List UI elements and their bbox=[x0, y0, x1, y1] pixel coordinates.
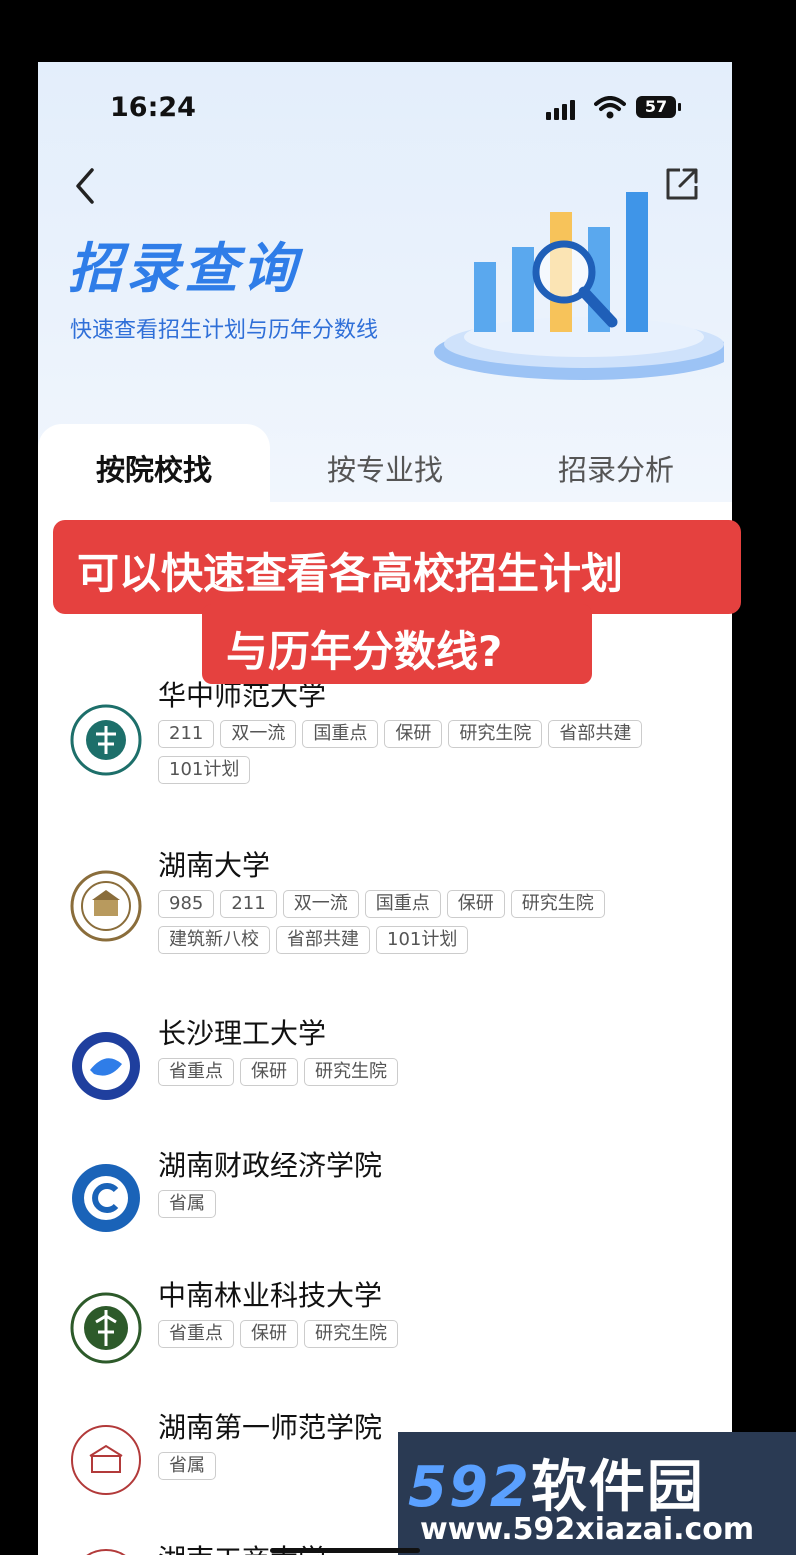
caption-banner-line2: 与历年分数线? bbox=[202, 604, 592, 684]
caption-banner-line1: 可以快速查看各高校招生计划 bbox=[53, 520, 741, 614]
tag-group: 211 双一流 国重点 保研 研究生院 省部共建 101计划 bbox=[158, 720, 698, 784]
tag: 双一流 bbox=[282, 890, 359, 918]
tag: 研究生院 bbox=[304, 1058, 398, 1086]
tag: 省属 bbox=[158, 1452, 216, 1480]
caption-text-line1: 可以快速查看各高校招生计划 bbox=[77, 549, 624, 598]
tag: 省重点 bbox=[158, 1058, 234, 1086]
tag: 省部共建 bbox=[276, 926, 370, 954]
tag: 101计划 bbox=[158, 756, 251, 784]
caption-text-line2: 与历年分数线? bbox=[226, 627, 503, 676]
tag: 211 bbox=[220, 890, 277, 918]
phone-screen: 16:24 57 招录查询 快速查看招生计划与历年分数线 按院校找 按专业找 招… bbox=[38, 62, 732, 1555]
watermark-url: www.592xiazai.com bbox=[420, 1512, 755, 1547]
tab-bar: 按院校找 按专业找 招录分析 bbox=[38, 424, 732, 516]
page-title: 招录查询 bbox=[68, 237, 300, 300]
tag: 双一流 bbox=[220, 720, 297, 748]
tag: 保研 bbox=[240, 1058, 298, 1086]
home-indicator bbox=[270, 1548, 420, 1553]
tag-group: 985 211 双一流 国重点 保研 研究生院 建筑新八校 省部共建 101计划 bbox=[158, 890, 698, 954]
battery-tip bbox=[678, 103, 681, 111]
tag-group: 省属 bbox=[158, 1190, 698, 1218]
tag: 研究生院 bbox=[510, 890, 605, 918]
tag: 保研 bbox=[240, 1320, 298, 1348]
watermark-brand-text: 软件园 bbox=[530, 1455, 705, 1520]
tab-by-school[interactable]: 按院校找 bbox=[38, 424, 270, 516]
school-logo-icon bbox=[70, 1162, 142, 1234]
tag: 国重点 bbox=[302, 720, 379, 748]
school-logo-icon bbox=[70, 704, 142, 776]
tag: 保研 bbox=[384, 720, 443, 748]
tag: 研究生院 bbox=[448, 720, 543, 748]
bar-chart-magnifier-illustration bbox=[434, 192, 724, 380]
signal-icon bbox=[546, 98, 582, 120]
tag: 国重点 bbox=[364, 890, 441, 918]
watermark-logo: 592软件园 www.592xiazai.com bbox=[398, 1432, 796, 1555]
tag: 985 bbox=[158, 890, 215, 918]
school-name: 湖南大学 bbox=[158, 849, 271, 882]
tag: 211 bbox=[158, 720, 215, 748]
school-name: 湖南第一师范学院 bbox=[158, 1411, 383, 1444]
watermark-brand: 592软件园 bbox=[408, 1442, 705, 1523]
school-name: 中南林业科技大学 bbox=[158, 1279, 383, 1312]
status-time: 16:24 bbox=[110, 92, 196, 123]
tag: 省属 bbox=[158, 1190, 216, 1218]
tab-by-major[interactable]: 按专业找 bbox=[270, 424, 500, 516]
tag-group: 省重点 保研 研究生院 bbox=[158, 1320, 698, 1348]
school-logo-icon bbox=[70, 1424, 142, 1496]
watermark-brand-number: 592 bbox=[408, 1455, 531, 1520]
school-logo-icon bbox=[70, 1292, 142, 1364]
tag: 省重点 bbox=[158, 1320, 234, 1348]
tag: 建筑新八校 bbox=[158, 926, 270, 954]
school-logo-icon bbox=[70, 1548, 142, 1555]
battery-icon: 57 bbox=[636, 96, 676, 118]
page-subtitle: 快速查看招生计划与历年分数线 bbox=[70, 318, 379, 343]
tag: 省部共建 bbox=[548, 720, 643, 748]
tag: 101计划 bbox=[376, 926, 469, 954]
tag: 研究生院 bbox=[304, 1320, 398, 1348]
wifi-icon bbox=[594, 96, 626, 119]
school-name: 湖南财政经济学院 bbox=[158, 1149, 383, 1182]
tab-admission-analysis[interactable]: 招录分析 bbox=[500, 424, 732, 516]
tag-group: 省重点 保研 研究生院 bbox=[158, 1058, 698, 1086]
tag: 保研 bbox=[446, 890, 505, 918]
school-name: 长沙理工大学 bbox=[158, 1017, 327, 1050]
back-arrow-icon[interactable] bbox=[68, 166, 102, 206]
school-logo-icon bbox=[70, 1030, 142, 1102]
school-logo-icon bbox=[70, 870, 142, 942]
